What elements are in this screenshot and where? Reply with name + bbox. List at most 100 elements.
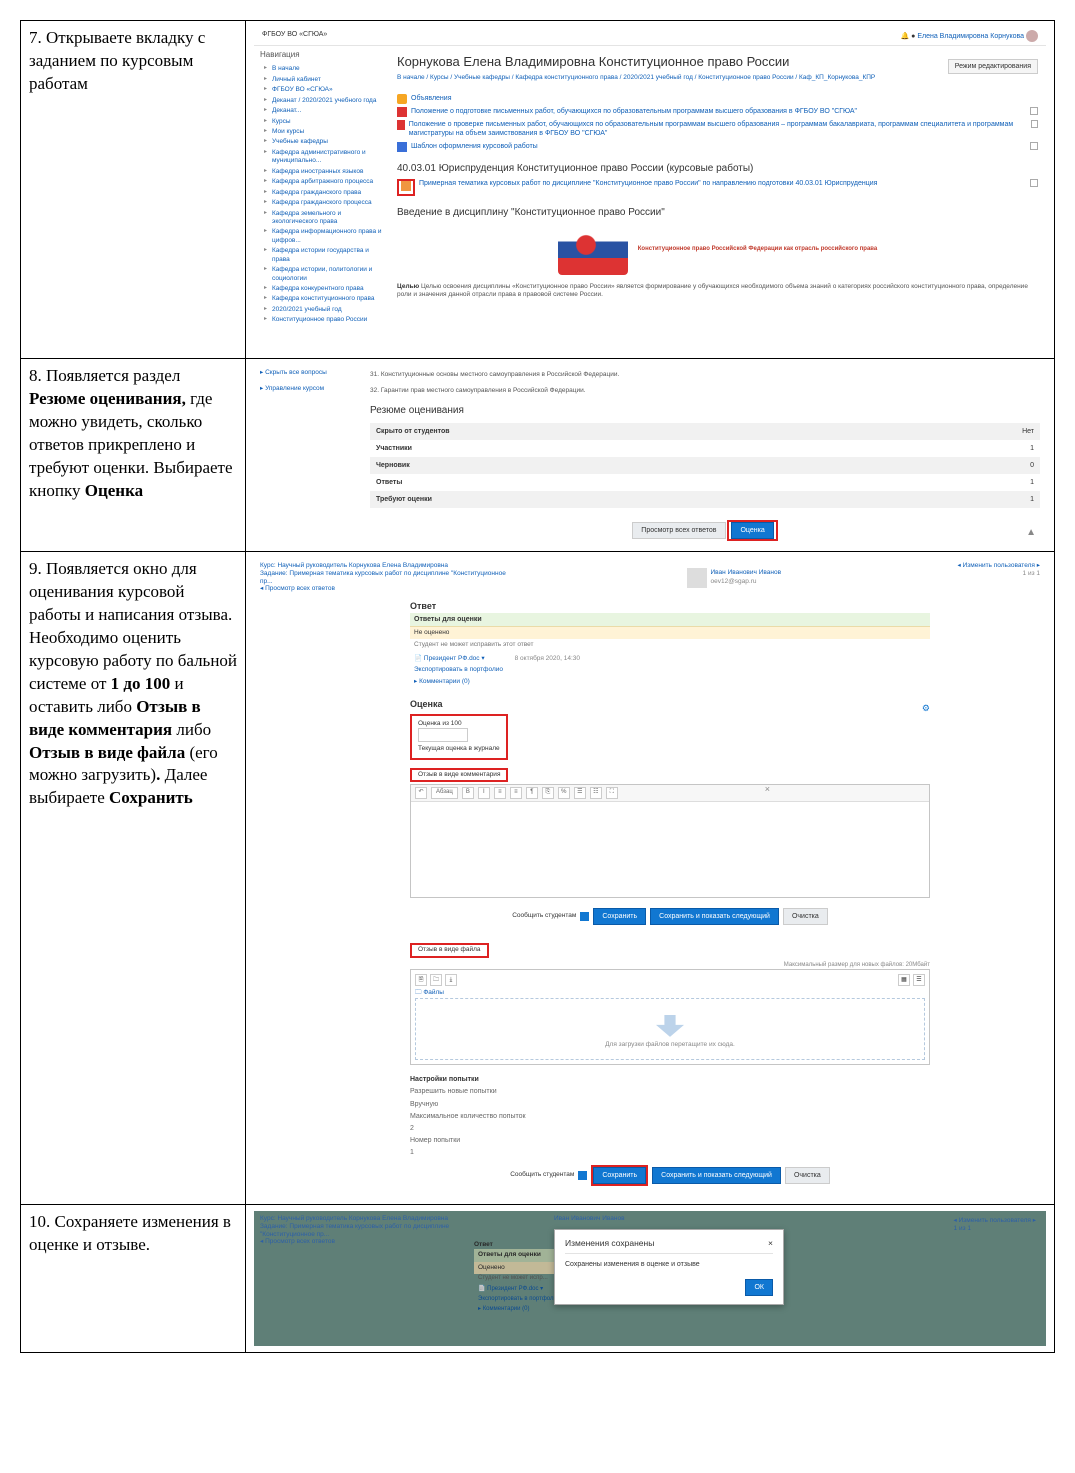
save-next-button[interactable]: Сохранить и показать следующий [652, 1167, 781, 1184]
rich-text-editor[interactable]: ↶ Абзац BI ≡ ≡ ¶ ⎘% ☰ ☷ ⛶ [410, 784, 930, 898]
save-button[interactable]: Сохранить [593, 1167, 646, 1184]
save-next-button[interactable]: Сохранить и показать следующий [650, 908, 779, 925]
toolbar-button[interactable]: ☰ [574, 787, 586, 799]
toolbar-button[interactable]: ≡ [494, 787, 506, 799]
nav-item[interactable]: Кафедра конкурентного права [264, 284, 383, 294]
scroll-up-icon[interactable]: ▲ [1026, 526, 1036, 539]
nav-item[interactable]: Кафедра административного и муниципально… [264, 148, 383, 167]
attempt-value: 2 [410, 1124, 930, 1133]
dropzone[interactable]: Для загрузки файлов перетащите их сюда. [415, 998, 925, 1060]
nav-sidebar: Навигация В началеЛичный кабинетФГБОУ ВО… [254, 46, 389, 346]
student-name[interactable]: Иван Иванович Иванов [711, 569, 782, 577]
nav-item[interactable]: Конституционное право России [264, 315, 383, 325]
change-user-link[interactable]: ◂ Изменить пользователя ▸ [958, 562, 1040, 570]
nav-item[interactable]: Кафедра информационного права и цифров..… [264, 227, 383, 246]
breadcrumb[interactable]: В начале / Курсы / Учебные кафедры / Каф… [397, 73, 1038, 82]
toolbar-button[interactable]: ¶ [526, 787, 538, 799]
nav-item[interactable]: Кафедра арбитражного процесса [264, 177, 383, 187]
comment-label: Отзыв в виде комментария [410, 768, 508, 782]
comments-toggle[interactable]: ▸ Комментарии (0) [410, 675, 930, 689]
file-date: 8 октября 2020, 14:30 [515, 655, 580, 663]
file-picker[interactable]: 🗎 🗀 ⤓ ▦ ☰ 🗀 Файлы Для загрузки файлов пе… [410, 969, 930, 1065]
screenshot-step10: Курс: Научный руководитель Корнукова Еле… [254, 1211, 1046, 1346]
checkbox[interactable] [1030, 142, 1038, 150]
student-email: oev12@sgap.ru [711, 578, 782, 586]
nav-item[interactable]: Личный кабинет [264, 75, 383, 85]
save-button[interactable]: Сохранить [593, 908, 646, 925]
view-all-button[interactable]: Просмотр всех ответов [632, 522, 725, 539]
close-icon[interactable]: × [768, 1238, 773, 1249]
gear-icon[interactable]: ⚙ [922, 703, 930, 715]
toolbar-button[interactable]: ≡ [510, 787, 522, 799]
nav-item[interactable]: Кафедра иностранных языков [264, 167, 383, 177]
toolbar-button[interactable]: ☷ [590, 787, 602, 799]
nav-item[interactable]: 2020/2021 учебный год [264, 305, 383, 315]
nav-item[interactable]: Учебные кафедры [264, 137, 383, 147]
view-grid-icon[interactable]: ▦ [898, 974, 910, 986]
nav-item[interactable]: Кафедра гражданского права [264, 188, 383, 198]
editor-textarea[interactable] [411, 802, 929, 897]
edit-mode-button[interactable]: Режим редактирования [948, 59, 1038, 74]
reset-button[interactable]: Очистка [785, 1167, 830, 1184]
resource-link[interactable]: Положение о подготовке письменных работ,… [411, 107, 857, 116]
nav-item[interactable]: Кафедра конституционного права [264, 294, 383, 304]
answer-note: Студент не может исправить этот ответ [410, 639, 930, 651]
ok-button[interactable]: ОК [745, 1279, 773, 1296]
forum-icon [397, 94, 407, 104]
checkbox[interactable] [1031, 120, 1038, 128]
pdf-icon [397, 107, 407, 117]
nav-item[interactable]: Кафедра гражданского процесса [264, 198, 383, 208]
download-icon[interactable]: ⤓ [445, 974, 457, 986]
attempt-row: Вручную [410, 1100, 930, 1109]
counter: 1 из 1 [954, 1225, 1036, 1233]
grade-status: Не оценено [410, 626, 930, 639]
files-tab[interactable]: 🗀 Файлы [415, 989, 925, 997]
close-icon[interactable]: × [765, 784, 770, 796]
page-title: Корнукова Елена Владимировна Конституцио… [397, 54, 1038, 71]
checkbox[interactable] [1030, 107, 1038, 115]
attempt-value: 1 [410, 1148, 930, 1157]
sidebar-link[interactable]: ▸ Скрыть все вопросы [260, 369, 327, 377]
grade-input[interactable] [418, 728, 468, 742]
resource-link[interactable]: Положение о проверке письменных работ, о… [409, 120, 1028, 138]
nav-item[interactable]: Деканат... [264, 106, 383, 116]
assignment-link[interactable]: Примерная тематика курсовых работ по дис… [419, 179, 877, 188]
sidebar-link[interactable]: ▸ Управление курсом [260, 385, 327, 393]
submitted-file[interactable]: 📄 Президент РФ.doc ▾ [414, 655, 485, 663]
forum-link[interactable]: Объявления [411, 94, 452, 103]
toolbar-button[interactable]: B [462, 787, 474, 799]
nav-item[interactable]: Курсы [264, 117, 383, 127]
toolbar-button[interactable]: I [478, 787, 490, 799]
toolbar-button[interactable]: % [558, 787, 570, 799]
avatar-icon [687, 568, 707, 588]
nav-item[interactable]: Кафедра земельного и экологического прав… [264, 209, 383, 228]
grade-button[interactable]: Оценка [731, 522, 773, 539]
notify-checkbox[interactable] [580, 912, 589, 921]
summary-row: Скрыто от студентовНет [370, 423, 1040, 440]
toolbar-button[interactable]: ⛶ [606, 787, 618, 799]
summary-row: Черновик0 [370, 457, 1040, 474]
toolbar-button[interactable]: ⎘ [542, 787, 554, 799]
toolbar-button[interactable]: ↶ [415, 787, 427, 799]
nav-item[interactable]: В начале [264, 64, 383, 74]
folder-icon[interactable]: 🗀 [430, 974, 442, 986]
pdf-icon [397, 120, 405, 130]
checkbox[interactable] [1030, 179, 1038, 187]
nav-item[interactable]: Кафедра истории государства и права [264, 246, 383, 265]
topbar-user[interactable]: 🔔 ● Елена Владимировна Корнукова [900, 30, 1038, 42]
file-add-icon[interactable]: 🗎 [415, 974, 427, 986]
nav-item[interactable]: ФГБОУ ВО «СГЮА» [264, 85, 383, 95]
attempt-row: Номер попытки [410, 1136, 930, 1145]
nav-item[interactable]: Деканат / 2020/2021 учебного года [264, 96, 383, 106]
emblem-image [558, 225, 628, 275]
nav-item[interactable]: Мои курсы [264, 127, 383, 137]
resource-link[interactable]: Шаблон оформления курсовой работы [411, 142, 538, 151]
modal-title: Изменения сохранены [565, 1238, 654, 1249]
nav-item[interactable]: Кафедра истории, политологии и социологи… [264, 265, 383, 284]
reset-button[interactable]: Очистка [783, 908, 828, 925]
view-list-icon[interactable]: ☰ [913, 974, 925, 986]
notify-checkbox[interactable] [578, 1171, 587, 1180]
export-link[interactable]: Экспортировать в портфолио [410, 666, 930, 674]
toolbar-button[interactable]: Абзац [431, 787, 458, 799]
org-name: ФГБОУ ВО «СГЮА» [262, 30, 327, 42]
